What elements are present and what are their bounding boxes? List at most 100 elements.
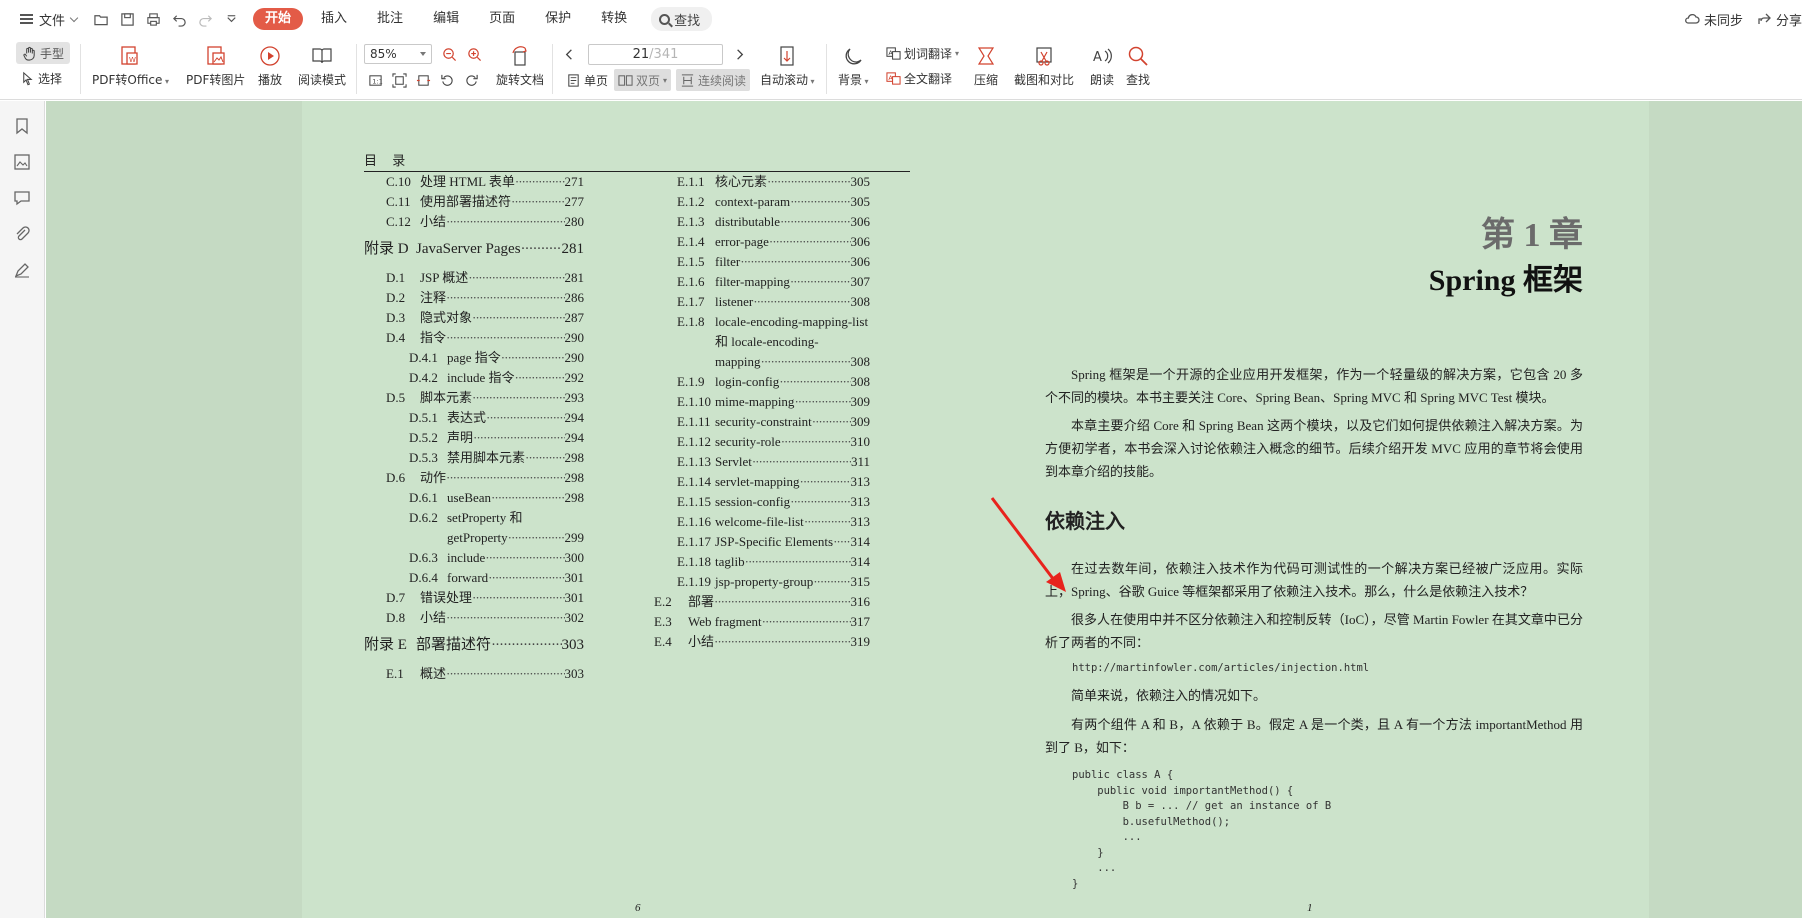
play-button[interactable]: 播放 bbox=[258, 44, 282, 88]
fit-page-icon[interactable] bbox=[392, 69, 407, 91]
select-tool-button[interactable]: 选择 bbox=[20, 67, 62, 89]
toc-entry[interactable]: E.1.6 filter-mapping 307 bbox=[677, 273, 870, 291]
toc-entry[interactable]: E.1.12 security-role 310 bbox=[677, 433, 870, 451]
toc-entry[interactable]: E.4 小结 319 bbox=[654, 633, 870, 651]
toc-entry[interactable]: E.1.14 servlet-mapping 313 bbox=[677, 473, 870, 491]
open-folder-icon[interactable] bbox=[93, 11, 109, 27]
fit-width-icon[interactable] bbox=[416, 69, 431, 91]
search-tab[interactable]: 查找 bbox=[651, 7, 713, 31]
screenshot-compare-button[interactable]: 截图和对比 bbox=[1014, 44, 1074, 88]
toc-entry[interactable]: D.8 小结 302 bbox=[386, 609, 584, 627]
page-number-input[interactable]: 21/341 bbox=[588, 44, 723, 65]
single-page-button[interactable]: 单页 bbox=[566, 69, 608, 91]
toc-entry[interactable]: D.6.3 include 300 bbox=[409, 549, 584, 567]
toc-entry[interactable]: D.6.1 useBean 298 bbox=[409, 489, 584, 507]
tab-page[interactable]: 页面 bbox=[477, 8, 527, 30]
rotate-document-button[interactable]: 旋转文档 bbox=[496, 44, 544, 88]
toc-entry[interactable]: E.1.4 error-page 306 bbox=[677, 233, 870, 251]
read-mode-button[interactable]: 阅读模式 bbox=[298, 44, 346, 88]
sync-status[interactable]: 未同步 bbox=[1684, 10, 1743, 29]
background-button[interactable]: 背景 ▾ bbox=[838, 44, 869, 88]
toc-entry[interactable]: E.1.8 locale-encoding-mapping-list bbox=[677, 313, 870, 331]
toc-entry[interactable]: E.1.16 welcome-file-list 313 bbox=[677, 513, 870, 531]
toc-entry[interactable]: D.6.2 setProperty 和 bbox=[409, 509, 584, 527]
toc-entry[interactable]: C.10 处理 HTML 表单 271 bbox=[386, 173, 584, 191]
tab-edit[interactable]: 编辑 bbox=[421, 8, 471, 30]
toc-entry[interactable]: E.1.3 distributable 306 bbox=[677, 213, 870, 231]
bookmark-icon[interactable] bbox=[13, 117, 31, 135]
toc-entry[interactable]: D.4 指令 290 bbox=[386, 329, 584, 347]
read-aloud-button[interactable]: A 朗读 bbox=[1090, 44, 1114, 88]
toc-entry[interactable]: D.4.1 page 指令 290 bbox=[409, 349, 584, 367]
toc-entry[interactable]: D.4.2 include 指令 292 bbox=[409, 369, 584, 387]
toc-entry[interactable]: D.6 动作 298 bbox=[386, 469, 584, 487]
toc-entry[interactable]: D.3 隐式对象 287 bbox=[386, 309, 584, 327]
full-translate-button[interactable]: A 全文翻译 bbox=[886, 67, 952, 89]
signature-icon[interactable] bbox=[13, 261, 31, 279]
toc-entry[interactable]: E.1.11 security-constraint 309 bbox=[677, 413, 870, 431]
rotate-right-icon[interactable] bbox=[464, 69, 479, 91]
tab-insert[interactable]: 插入 bbox=[309, 8, 359, 30]
attachment-icon[interactable] bbox=[13, 225, 31, 243]
toc-entry[interactable]: C.12 小结 280 bbox=[386, 213, 584, 231]
tab-start[interactable]: 开始 bbox=[253, 8, 304, 30]
toc-entry[interactable]: E.1.19 jsp-property-group 315 bbox=[677, 573, 870, 591]
tab-convert[interactable]: 转换 bbox=[589, 8, 639, 30]
tab-protect[interactable]: 保护 bbox=[533, 8, 583, 30]
find-button[interactable]: 查找 bbox=[1126, 44, 1150, 88]
toc-entry[interactable]: D.5.1 表达式 294 bbox=[409, 409, 584, 427]
zoom-select[interactable]: 85% bbox=[364, 44, 432, 64]
toc-entry[interactable]: D.5.2 声明 294 bbox=[409, 429, 584, 447]
toc-entry[interactable]: D.2 注释 286 bbox=[386, 289, 584, 307]
zoom-out-icon[interactable] bbox=[442, 43, 457, 65]
toc-entry[interactable]: E.1.1 核心元素 305 bbox=[677, 173, 870, 191]
actual-size-icon[interactable]: 1:1 bbox=[368, 69, 383, 91]
rotate-left-icon[interactable] bbox=[440, 69, 455, 91]
print-icon[interactable] bbox=[145, 11, 161, 27]
toc-entry[interactable]: D.5.3 禁用脚本元素 298 bbox=[409, 449, 584, 467]
toc-entry[interactable]: C.11 使用部署描述符 277 bbox=[386, 193, 584, 211]
zoom-in-icon[interactable] bbox=[467, 43, 482, 65]
document-area[interactable]: 目 录 C.10 处理 HTML 表单 271 C.11 使用部署描述符 277 C.12 小… bbox=[46, 101, 1802, 918]
toc-entry[interactable]: E.1.9 login-config 308 bbox=[677, 373, 870, 391]
toc-entry[interactable]: E.1.5 filter 306 bbox=[677, 253, 870, 271]
toc-entry[interactable]: E.1.17 JSP-Specific Elements 314 bbox=[677, 533, 870, 551]
undo-icon[interactable] bbox=[171, 11, 187, 27]
toc-entry[interactable]: 和 locale-encoding- bbox=[677, 333, 870, 351]
hand-tool-button[interactable]: 手型 bbox=[16, 42, 71, 64]
toc-entry[interactable]: D.5 脚本元素 293 bbox=[386, 389, 584, 407]
toc-entry[interactable]: getProperty 299 bbox=[409, 529, 584, 547]
compress-button[interactable]: 压缩 bbox=[974, 44, 998, 88]
toc-entry[interactable]: E.1.10 mime-mapping 309 bbox=[677, 393, 870, 411]
redo-icon[interactable] bbox=[197, 11, 213, 27]
save-icon[interactable] bbox=[119, 11, 135, 27]
pdf-to-office-button[interactable]: W PDF转Office ▾ bbox=[92, 44, 169, 88]
file-menu[interactable]: 文件 bbox=[14, 6, 83, 32]
toc-entry[interactable]: 附录 E 部署描述符 303 bbox=[364, 636, 584, 654]
next-page-icon[interactable] bbox=[732, 43, 747, 65]
toc-entry[interactable]: E.1.15 session-config 313 bbox=[677, 493, 870, 511]
auto-scroll-button[interactable]: 自动滚动 ▾ bbox=[760, 44, 815, 88]
toc-entry[interactable]: E.3 Web fragment 317 bbox=[654, 613, 870, 631]
pdf-to-image-button[interactable]: PDF转图片 bbox=[186, 44, 245, 88]
toc-entry[interactable]: D.7 错误处理 301 bbox=[386, 589, 584, 607]
toc-entry[interactable]: E.1.2 context-param 305 bbox=[677, 193, 870, 211]
toc-entry[interactable]: E.1.7 listener 308 bbox=[677, 293, 870, 311]
toc-entry[interactable]: E.2 部署 316 bbox=[654, 593, 870, 611]
customize-toolbar-icon[interactable] bbox=[223, 11, 239, 27]
comment-icon[interactable] bbox=[13, 189, 31, 207]
continuous-read-button[interactable]: 连续阅读 bbox=[676, 69, 751, 91]
thumbnail-icon[interactable] bbox=[13, 153, 31, 171]
share-button[interactable]: 分享 bbox=[1757, 10, 1802, 29]
toc-entry[interactable]: mapping 308 bbox=[677, 353, 870, 371]
double-page-button[interactable]: 双页 ▾ bbox=[614, 69, 672, 91]
toc-entry[interactable]: D.1 JSP 概述 281 bbox=[386, 269, 584, 287]
word-translate-button[interactable]: A 划词翻译 ▾ bbox=[886, 42, 959, 64]
toc-entry[interactable]: 附录 D JavaServer Pages 281 bbox=[364, 240, 584, 258]
toc-entry[interactable]: E.1 概述 303 bbox=[386, 665, 584, 683]
toc-entry[interactable]: E.1.18 taglib 314 bbox=[677, 553, 870, 571]
toc-entry[interactable]: E.1.13 Servlet 311 bbox=[677, 453, 870, 471]
toc-entry[interactable]: D.6.4 forward 301 bbox=[409, 569, 584, 587]
previous-page-icon[interactable] bbox=[562, 43, 577, 65]
tab-comment[interactable]: 批注 bbox=[365, 8, 415, 30]
